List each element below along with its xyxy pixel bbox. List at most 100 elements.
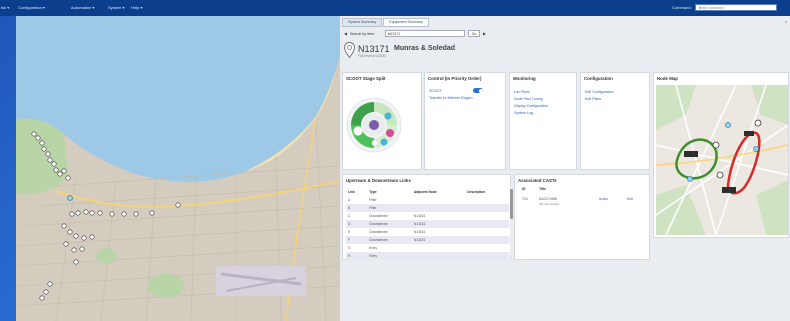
table-row[interactable]: B Filter [346, 204, 509, 212]
cast-action-link[interactable]: Action [599, 197, 608, 201]
scrollbar[interactable] [510, 187, 513, 255]
tab-equipment-summary[interactable]: Equipment Summary [383, 18, 429, 27]
cell: N13161 [413, 230, 426, 234]
cell: B [346, 204, 368, 212]
menu-automation[interactable]: Automation ▾ [71, 5, 94, 10]
card-title: Node Map [657, 76, 678, 81]
cell [412, 244, 466, 252]
transfer-region-link[interactable]: Transfer to different Region [429, 96, 473, 100]
chevron-down-icon[interactable]: ▾ [699, 6, 774, 10]
column-header: Link [348, 190, 355, 194]
cell [465, 236, 509, 244]
cast-title: DACO NMB [539, 197, 557, 201]
cell [465, 220, 509, 228]
column-header: Title [539, 187, 547, 191]
command-input[interactable]: Enter command ▾ [695, 4, 777, 11]
casts-card: Associated CASTs ID Title T10 DACO NMB M… [514, 174, 650, 260]
links-card: Upstream & Downstream Links Link Type Ad… [342, 174, 513, 260]
scrollbar-thumb[interactable] [510, 189, 513, 219]
node-name: Munras & Soledad [394, 45, 456, 52]
display-configuration-link[interactable]: Display Configuration [514, 104, 548, 108]
column-header: Description [467, 190, 486, 194]
go-button[interactable]: Go [468, 30, 480, 37]
cell [412, 196, 466, 204]
table-row[interactable]: E Downstream N13161 [346, 228, 509, 236]
cell [411, 252, 466, 260]
edit-plans-link[interactable]: Edit Plans [585, 97, 601, 101]
chevron-down-icon[interactable]: ▾ [388, 32, 462, 36]
cell [465, 228, 509, 236]
cell: Filter [369, 198, 377, 202]
cell: Downstream [367, 236, 412, 244]
column-header: Type [369, 190, 377, 194]
airport [216, 266, 306, 296]
tab-system-summary[interactable]: System Summary [342, 18, 383, 27]
back-arrow-icon[interactable]: ◀ [344, 31, 347, 36]
cell: N13161 [413, 214, 426, 218]
menu-configuration[interactable]: Configuration ▾ [18, 5, 45, 10]
cell: Filter [367, 204, 412, 212]
tab-bar: System Summary Equipment Summary [342, 18, 430, 27]
selected-node-marker[interactable] [67, 195, 73, 201]
menu-item-0[interactable]: tiol ▾ [1, 5, 9, 10]
menu-system[interactable]: System ▾ [108, 5, 124, 10]
cell: G [348, 246, 351, 250]
cell: Downstream [369, 230, 388, 234]
search-label: Search by item: [350, 32, 375, 36]
scoot-toggle[interactable] [473, 88, 483, 93]
cell [465, 212, 509, 220]
table-row[interactable]: C Downstream N13161 [346, 212, 509, 220]
toggle-knob [478, 88, 483, 93]
table-row[interactable]: H Entry [346, 252, 509, 260]
cell [465, 244, 509, 252]
control-scoot-link[interactable]: SCOOT [429, 89, 442, 93]
menu-help[interactable]: Help ▾ [131, 5, 142, 10]
links-table: Link Type Adjacent Node Description A Fil… [346, 188, 509, 260]
card-title: SCOOT Stage Split [346, 76, 386, 81]
cell [465, 196, 509, 204]
table-row[interactable]: G Entry [346, 244, 509, 252]
cell: E [348, 230, 351, 234]
cast-edit-link[interactable]: Edit [627, 197, 633, 201]
stage-split-card: SCOOT Stage Split [342, 72, 422, 170]
top-menu-bar: tiol ▾ Configuration ▾ Automation ▾ Syst… [0, 0, 790, 16]
cell: Entry [367, 252, 412, 260]
table-row[interactable]: F Downstream N13181 [346, 236, 509, 244]
cell [411, 204, 466, 212]
node-map[interactable] [656, 85, 788, 235]
column-header: Adjacent Node [413, 190, 437, 194]
cell: F [346, 236, 368, 244]
close-icon[interactable]: × [785, 19, 787, 24]
cell [465, 252, 509, 260]
list-plans-link[interactable]: List Plans [514, 90, 530, 94]
cell: Entry [369, 246, 377, 250]
edit-configuration-link[interactable]: Edit Configuration [585, 90, 614, 94]
card-title: Control (In Priority Order) [428, 76, 482, 81]
table-row[interactable]: A Filter [346, 196, 509, 204]
system-log-link[interactable]: System Log [514, 111, 533, 115]
table-row[interactable]: D Downstream N13161 [346, 220, 509, 228]
cell: H [346, 252, 368, 260]
cell [465, 204, 509, 212]
search-input[interactable]: N13171 ▾ [385, 30, 465, 37]
map-canvas[interactable] [16, 16, 340, 321]
cast-subtitle: Munras Emitter [539, 202, 560, 206]
cell: A [348, 198, 351, 202]
cell: N13161 [411, 220, 466, 228]
node-subtitle: Full-reset 4/1/2020 [358, 54, 386, 58]
cell: N13181 [411, 236, 466, 244]
cell: D [346, 220, 368, 228]
location-pin-icon [344, 42, 355, 58]
stage-split-diagram[interactable] [344, 87, 422, 167]
forward-arrow-icon[interactable]: ▶ [483, 31, 486, 36]
card-title: Monitoring [513, 76, 536, 81]
command-label: Command: [672, 5, 692, 10]
monitoring-card: Monitoring List Plans Node Plan Tuning D… [509, 72, 577, 170]
node-plan-tuning-link[interactable]: Node Plan Tuning [514, 97, 543, 101]
node-id: N13171 [358, 44, 390, 54]
network-map[interactable] [16, 16, 340, 321]
card-title: Associated CASTs [518, 178, 557, 183]
main-panel: System Summary Equipment Summary × ◀ Sear… [340, 16, 790, 321]
table-header-row: Link Type Adjacent Node Description [346, 188, 509, 196]
park-area [96, 248, 116, 264]
